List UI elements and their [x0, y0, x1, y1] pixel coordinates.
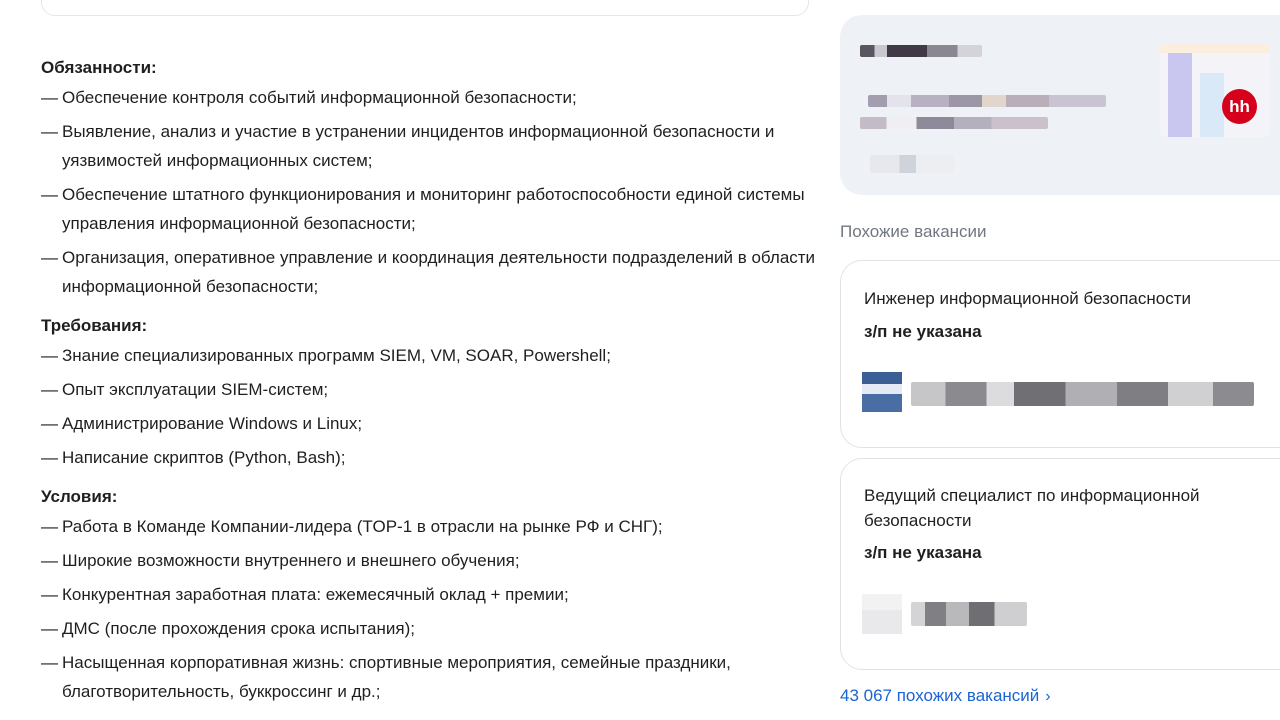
list-item: — Администрирование Windows и Linux;: [41, 409, 821, 438]
more-similar-vacancies-link[interactable]: 43 067 похожих вакансий ›: [840, 686, 1051, 706]
item-text: Знание специализированных программ SIEM,…: [62, 346, 611, 365]
vacancy-description: Обязанности: — Обеспечение контроля событ…: [41, 56, 821, 719]
top-card: [41, 0, 809, 16]
item-text: Широкие возможности внутреннего и внешне…: [62, 551, 520, 570]
dash: —: [41, 346, 58, 365]
dash: —: [41, 88, 58, 107]
section-duties: Обязанности: — Обеспечение контроля событ…: [41, 56, 821, 301]
list-item: — Обеспечение штатного функционирования и…: [41, 180, 821, 238]
dash: —: [41, 517, 58, 536]
item-text: Работа в Команде Компании-лидера (TOP-1 …: [62, 517, 663, 536]
dash: —: [41, 551, 58, 570]
item-text: Обеспечение контроля событий информацион…: [62, 88, 577, 107]
vacancy-title[interactable]: Ведущий специалист по информационной без…: [864, 483, 1244, 533]
chevron-right-icon: ›: [1045, 688, 1051, 705]
employer-card[interactable]: hh: [840, 15, 1280, 195]
vacancy-salary: з/п не указана: [864, 322, 982, 341]
item-text: Администрирование Windows и Linux;: [62, 414, 363, 433]
similar-vacancy-card[interactable]: Инженер информационной безопасности з/п …: [840, 260, 1280, 448]
logo-stripe: [1168, 43, 1192, 137]
list-item: — Работа в Команде Компании-лидера (TOP-1…: [41, 512, 821, 541]
list-item: — Написание скриптов (Python, Bash);: [41, 443, 821, 472]
employer-rating-blurred: [870, 155, 954, 173]
employer-logo: hh: [1160, 43, 1270, 137]
item-text: Написание скриптов (Python, Bash);: [62, 448, 346, 467]
item-text: Выявление, анализ и участие в устранении…: [62, 122, 775, 170]
dash: —: [41, 248, 58, 267]
dash: —: [41, 653, 58, 672]
dash: —: [41, 380, 58, 399]
list-item: — Знание специализированных программ SIEM…: [41, 341, 821, 370]
company-logo-blurred: [862, 594, 902, 634]
section-title: Обязанности:: [41, 58, 157, 77]
section-conditions: Условия: — Работа в Команде Компании-лиде…: [41, 485, 821, 706]
vacancy-salary: з/п не указана: [864, 543, 982, 562]
dash: —: [41, 619, 58, 638]
logo-stripe: [1200, 73, 1224, 137]
employer-info-blurred: [868, 95, 1106, 107]
company-logo-blurred: [862, 372, 902, 412]
section-title: Условия:: [41, 487, 118, 506]
dash: —: [41, 414, 58, 433]
item-text: Обеспечение штатного функционирования и …: [62, 185, 805, 233]
list-item: — Широкие возможности внутреннего и внешн…: [41, 546, 821, 575]
item-text: Организация, оперативное управление и ко…: [62, 248, 816, 296]
similar-vacancy-card[interactable]: Ведущий специалист по информационной без…: [840, 458, 1280, 670]
employer-info-blurred: [860, 117, 1048, 129]
similar-vacancies-title: Похожие вакансии: [840, 222, 987, 241]
sidebar: hh Похожие вакансии Инженер информационн…: [840, 0, 1280, 720]
list-item: — Опыт эксплуатации SIEM-систем;: [41, 375, 821, 404]
list-item: — Насыщенная корпоративная жизнь: спортив…: [41, 648, 821, 706]
more-link-label: 43 067 похожих вакансий: [840, 686, 1040, 705]
list-item: — Конкурентная заработная плата: ежемесяч…: [41, 580, 821, 609]
dash: —: [41, 585, 58, 604]
vacancy-title[interactable]: Инженер информационной безопасности: [864, 286, 1244, 311]
dash: —: [41, 122, 58, 141]
list-item: — Обеспечение контроля событий информацио…: [41, 83, 821, 112]
company-name-blurred: [911, 382, 1254, 406]
section-requirements: Требования: — Знание специализированных п…: [41, 314, 821, 472]
employer-name-blurred: [860, 45, 982, 57]
list-item: — ДМС (после прохождения срока испытания)…: [41, 614, 821, 643]
section-title: Требования:: [41, 316, 148, 335]
dash: —: [41, 448, 58, 467]
logo-stripe: [1160, 43, 1270, 53]
list-item: — Выявление, анализ и участие в устранени…: [41, 117, 821, 175]
list-item: — Организация, оперативное управление и к…: [41, 243, 821, 301]
item-text: Конкурентная заработная плата: ежемесячн…: [62, 585, 569, 604]
hh-logo-icon: hh: [1222, 89, 1257, 124]
item-text: Насыщенная корпоративная жизнь: спортивн…: [62, 653, 731, 701]
company-name-blurred: [911, 602, 1027, 626]
item-text: ДМС (после прохождения срока испытания);: [62, 619, 415, 638]
item-text: Опыт эксплуатации SIEM-систем;: [62, 380, 329, 399]
dash: —: [41, 185, 58, 204]
